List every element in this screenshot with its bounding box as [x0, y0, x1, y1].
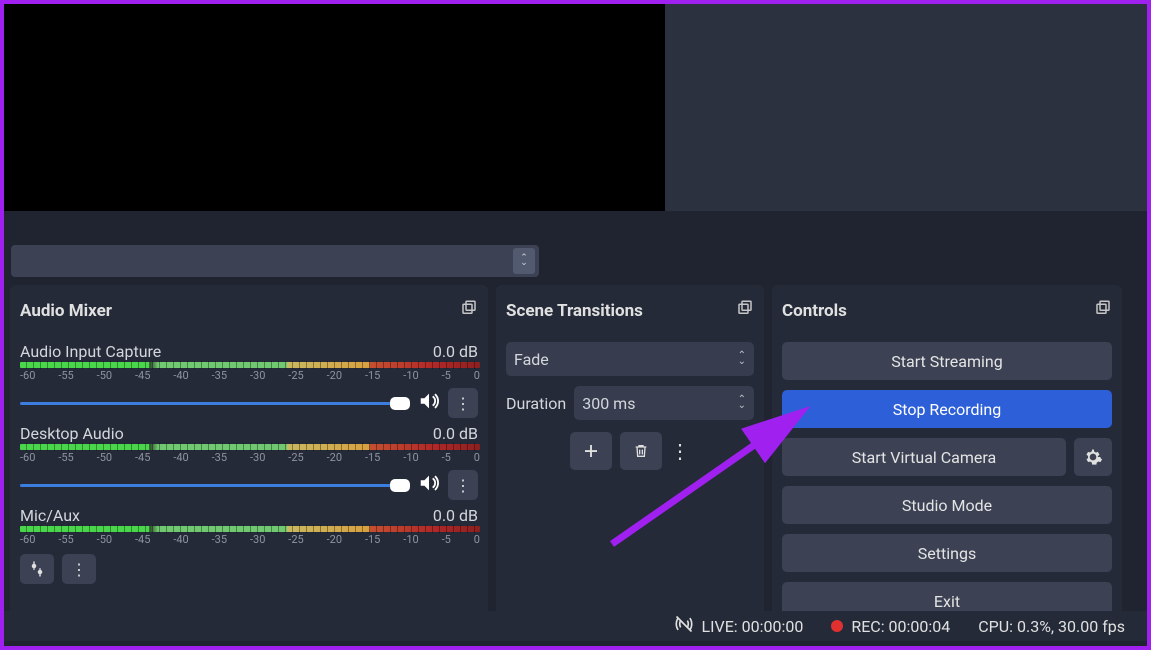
delete-transition-button[interactable] [620, 432, 662, 470]
speaker-icon[interactable] [418, 390, 440, 417]
channel-menu-button[interactable]: ⋮ [448, 470, 478, 500]
audio-settings-button[interactable] [20, 554, 54, 584]
audio-meter [20, 526, 480, 532]
audio-mixer-title: Audio Mixer [20, 301, 112, 321]
stop-recording-button[interactable]: Stop Recording [782, 390, 1112, 428]
duration-label: Duration [506, 394, 566, 413]
transition-select[interactable]: Fade ⌃⌄ [506, 342, 754, 376]
audio-meter [20, 444, 480, 450]
preview-area [4, 4, 665, 211]
studio-mode-button[interactable]: Studio Mode [782, 486, 1112, 524]
selector-spinner[interactable]: ⌃⌄ [513, 248, 535, 274]
transition-menu-button[interactable]: ⋮ [670, 432, 690, 470]
settings-button[interactable]: Settings [782, 534, 1112, 572]
select-spinner-icon: ⌃⌄ [738, 353, 746, 365]
popout-icon[interactable] [736, 299, 754, 322]
status-bar: LIVE: 00:00:00 REC: 00:00:04 CPU: 0.3%, … [4, 611, 1147, 641]
audio-channel-level: 0.0 dB [433, 342, 478, 361]
audio-meter [20, 362, 480, 368]
recording-indicator-icon [831, 620, 843, 632]
audio-channel-name: Mic/Aux [20, 506, 80, 525]
duration-spinner-icon: ⌃⌄ [738, 397, 746, 409]
db-scale: -60-55-50-45-40-35-30-25-20-15-10-50 [20, 369, 480, 382]
source-selector[interactable]: ⌃⌄ [11, 245, 539, 277]
status-live: LIVE: 00:00:00 [702, 617, 804, 636]
streaming-off-icon [674, 614, 694, 639]
speaker-icon[interactable] [418, 472, 440, 499]
status-cpu: CPU: 0.3%, 30.00 fps [978, 617, 1125, 636]
channel-menu-button[interactable]: ⋮ [448, 388, 478, 418]
popout-icon[interactable] [460, 299, 478, 322]
popout-icon[interactable] [1094, 299, 1112, 322]
audio-mixer-panel: Audio Mixer Audio Input Capture 0.0 dB -… [10, 285, 488, 638]
virtual-camera-settings-button[interactable] [1074, 438, 1112, 476]
scene-transitions-panel: Scene Transitions Fade ⌃⌄ Duration 300 m… [496, 285, 764, 638]
volume-slider[interactable] [20, 484, 410, 487]
duration-input[interactable]: 300 ms ⌃⌄ [574, 386, 754, 420]
audio-channel-name: Desktop Audio [20, 424, 124, 443]
status-rec: REC: 00:00:04 [851, 617, 950, 636]
start-virtual-camera-button[interactable]: Start Virtual Camera [782, 438, 1066, 476]
controls-panel: Controls Start Streaming Stop Recording … [772, 285, 1122, 638]
scene-transitions-title: Scene Transitions [506, 301, 643, 321]
audio-channel-level: 0.0 dB [433, 424, 478, 443]
db-scale: -60-55-50-45-40-35-30-25-20-15-10-50 [20, 533, 480, 546]
start-streaming-button[interactable]: Start Streaming [782, 342, 1112, 380]
audio-menu-button[interactable]: ⋮ [62, 554, 96, 584]
controls-title: Controls [782, 301, 847, 321]
volume-slider[interactable] [20, 402, 410, 405]
audio-channel-level: 0.0 dB [433, 506, 478, 525]
db-scale: -60-55-50-45-40-35-30-25-20-15-10-50 [20, 451, 480, 464]
top-right-empty [665, 4, 1147, 211]
add-transition-button[interactable] [570, 432, 612, 470]
audio-channel-name: Audio Input Capture [20, 342, 161, 361]
